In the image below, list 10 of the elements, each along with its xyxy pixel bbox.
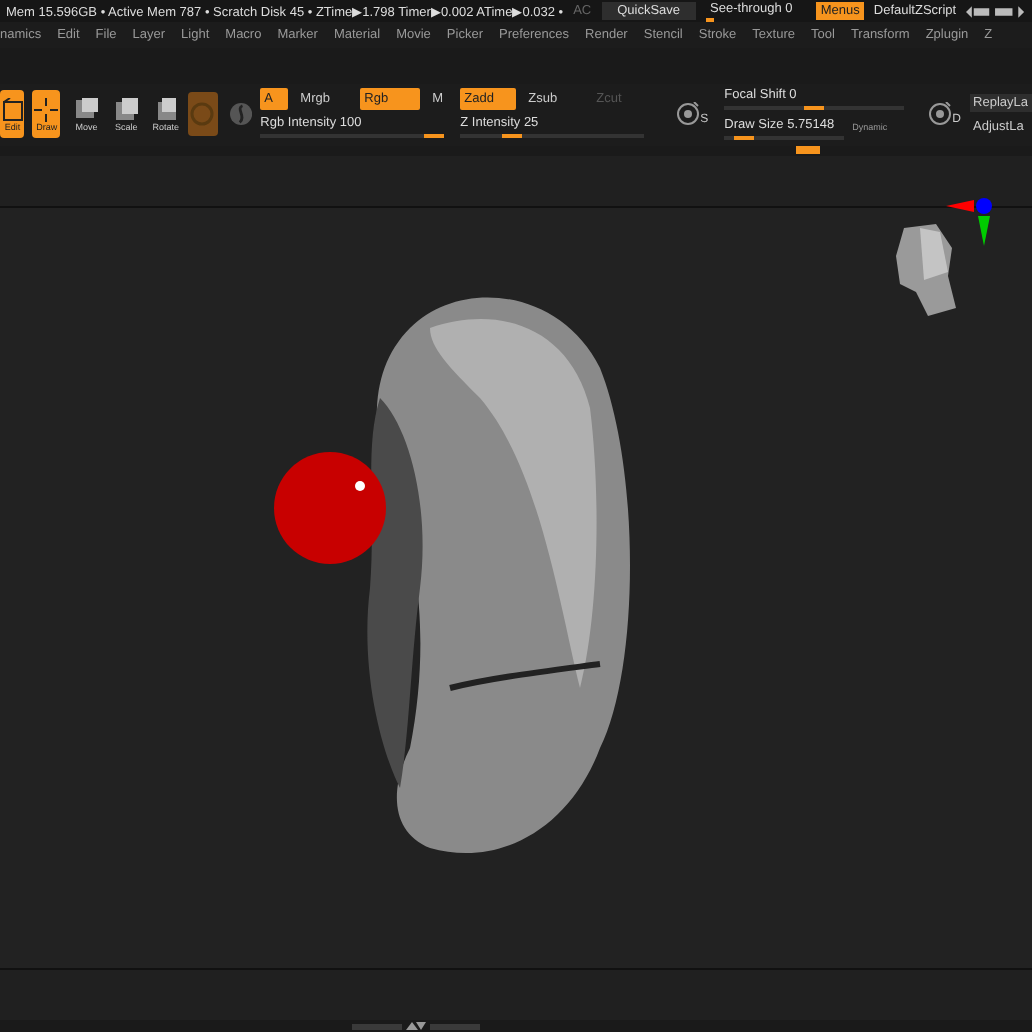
material-swatch[interactable] — [187, 92, 219, 137]
tool-icon — [34, 97, 59, 122]
tool-icon — [114, 97, 139, 122]
head-navigator-drawing[interactable] — [896, 224, 956, 317]
tool-icon — [74, 97, 99, 122]
tool-icon — [153, 97, 178, 122]
highlight-dot — [355, 481, 365, 492]
tray-handle[interactable] — [796, 145, 820, 154]
up-down-arrows-icon[interactable] — [406, 1020, 426, 1032]
sphere — [274, 452, 386, 565]
